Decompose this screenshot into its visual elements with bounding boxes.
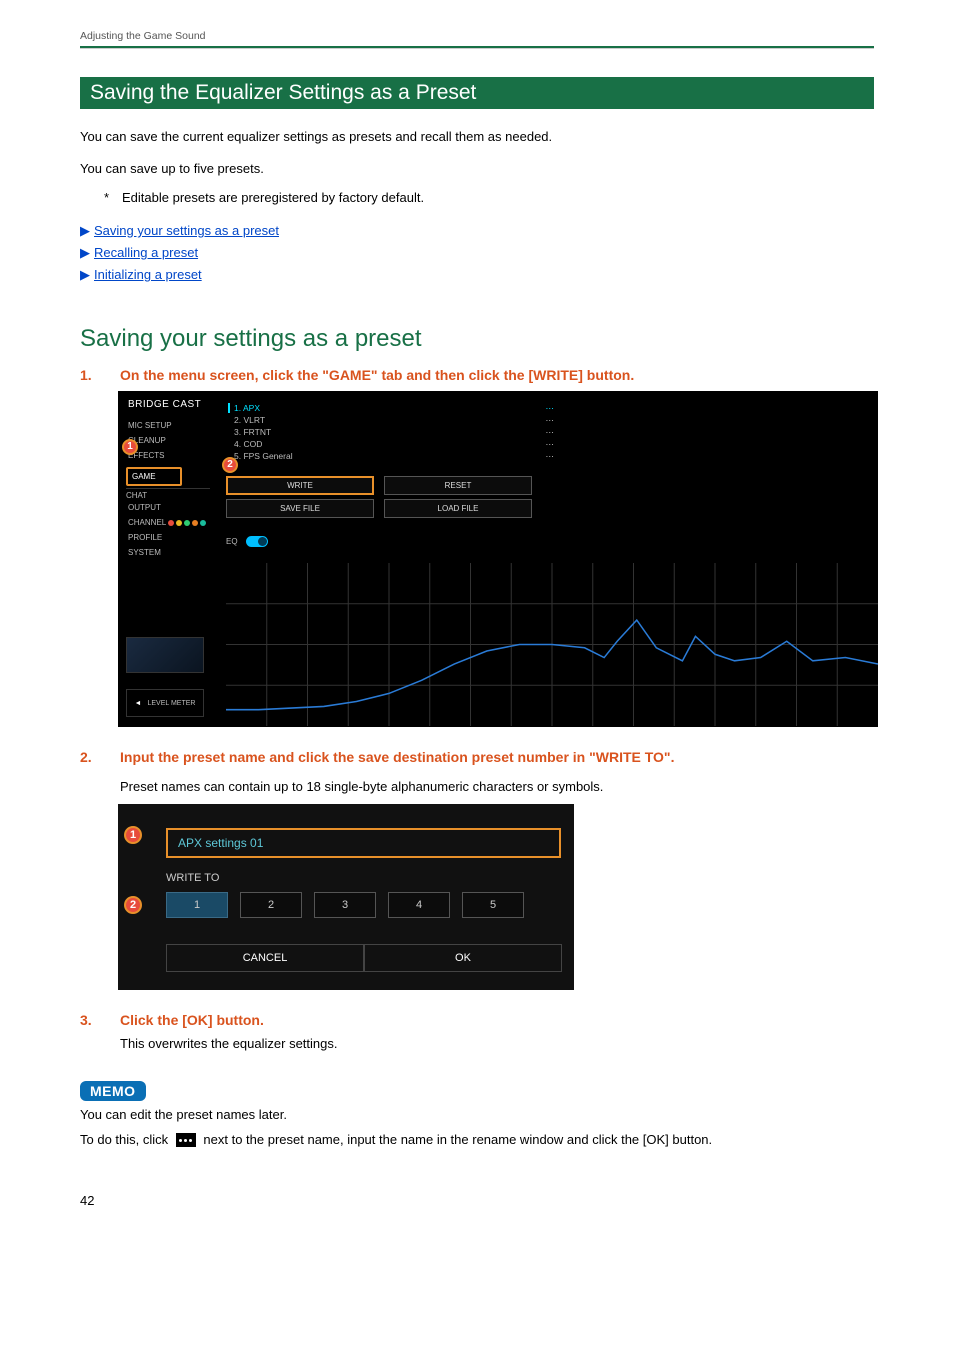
channel-dot-icon — [168, 520, 174, 526]
more-icon[interactable]: ⋯ — [546, 427, 555, 439]
preset-item[interactable]: 2. VLRT — [234, 415, 265, 427]
write-button[interactable]: WRITE — [226, 476, 374, 495]
eq-toggle[interactable] — [246, 536, 268, 547]
link-saving-settings[interactable]: Saving your settings as a preset — [94, 223, 279, 238]
sidebar-item-output[interactable]: OUTPUT — [118, 500, 218, 515]
more-icon[interactable]: ⋯ — [546, 415, 555, 427]
more-icon[interactable]: ⋯ — [546, 439, 555, 451]
triangle-icon: ▶ — [80, 223, 90, 238]
step-text-3: Click the [OK] button. — [120, 1012, 264, 1028]
header-rule — [80, 46, 874, 49]
ok-button[interactable]: OK — [364, 944, 562, 972]
screenshot-write-dialog: 1 APX settings 01 WRITE TO 2 1 2 3 4 5 C… — [118, 804, 574, 990]
preset-item[interactable]: 3. FRTNT — [234, 427, 271, 439]
write-slot-2[interactable]: 2 — [240, 892, 302, 918]
sidebar-item-mic-setup[interactable]: MIC SETUP — [118, 418, 218, 433]
memo-line-1: You can edit the preset names later. — [80, 1105, 874, 1126]
memo-line-2: To do this, click next to the preset nam… — [80, 1130, 874, 1151]
triangle-icon: ▶ — [80, 267, 90, 282]
step-3-note: This overwrites the equalizer settings. — [120, 1036, 874, 1051]
level-meter-button[interactable]: ◄ LEVEL METER — [126, 689, 204, 717]
preset-item[interactable]: 1. APX — [234, 403, 260, 415]
callout-badge-2: 2 — [222, 457, 238, 473]
callout-badge-2: 2 — [124, 896, 142, 914]
channel-dot-icon — [176, 520, 182, 526]
preset-list: 1. APX ⋯ 2. VLRT ⋯ 3. FRTNT ⋯ 4. COD ⋯ 5. FP… — [226, 399, 870, 466]
step-text-2: Input the preset name and click the save… — [120, 749, 674, 765]
section-heading: Saving your settings as a preset — [80, 325, 874, 353]
reset-button[interactable]: RESET — [384, 476, 532, 495]
sidebar-item-game[interactable]: GAME — [126, 467, 182, 486]
eq-label: EQ — [226, 537, 238, 546]
save-file-button[interactable]: SAVE FILE — [226, 499, 374, 518]
sidebar-item-profile[interactable]: PROFILE — [118, 530, 218, 545]
more-icon[interactable]: ⋯ — [546, 451, 555, 463]
preset-item[interactable]: 4. COD — [234, 439, 262, 451]
write-slot-1[interactable]: 1 — [166, 892, 228, 918]
write-slot-5[interactable]: 5 — [462, 892, 524, 918]
running-header: Adjusting the Game Sound — [80, 30, 874, 42]
factory-note: Editable presets are preregistered by fa… — [104, 190, 874, 205]
preset-item[interactable]: 5. FPS General — [234, 451, 293, 463]
sidebar-item-chat[interactable]: CHAT — [126, 488, 210, 500]
intro-paragraph-1: You can save the current equalizer setti… — [80, 127, 874, 147]
more-icon[interactable]: ⋯ — [546, 403, 555, 415]
memo-badge: MEMO — [80, 1081, 146, 1101]
channel-dot-icon — [200, 520, 206, 526]
link-initializing-preset[interactable]: Initializing a preset — [94, 267, 202, 282]
write-slot-4[interactable]: 4 — [388, 892, 450, 918]
step-number-2: 2. — [80, 749, 120, 765]
preset-name-field[interactable]: APX settings 01 — [166, 828, 561, 858]
app-brand: BRIDGE CAST — [118, 391, 218, 418]
intro-paragraph-2: You can save up to five presets. — [80, 159, 874, 179]
cancel-button[interactable]: CANCEL — [166, 944, 364, 972]
step-2-note: Preset names can contain up to 18 single… — [120, 779, 874, 794]
triangle-icon: ▶ — [80, 245, 90, 260]
ellipsis-icon — [176, 1133, 196, 1147]
page-number: 42 — [80, 1193, 874, 1208]
channel-dot-icon — [184, 520, 190, 526]
load-file-button[interactable]: LOAD FILE — [384, 499, 532, 518]
callout-badge-1: 1 — [122, 439, 138, 455]
write-to-label: WRITE TO — [166, 872, 558, 884]
step-number-1: 1. — [80, 367, 120, 383]
sidebar-item-system[interactable]: SYSTEM — [118, 545, 218, 560]
arrow-left-icon: ◄ — [135, 700, 142, 707]
main-panel: 1. APX ⋯ 2. VLRT ⋯ 3. FRTNT ⋯ 4. COD ⋯ 5. FP… — [226, 399, 870, 547]
device-thumbnail — [126, 637, 204, 673]
channel-dot-icon — [192, 520, 198, 526]
eq-graph — [226, 563, 878, 726]
step-number-3: 3. — [80, 1012, 120, 1028]
sidebar-item-channel[interactable]: CHANNEL — [118, 515, 218, 530]
write-slot-3[interactable]: 3 — [314, 892, 376, 918]
page-title: Saving the Equalizer Settings as a Prese… — [80, 77, 874, 109]
step-text-1: On the menu screen, click the "GAME" tab… — [120, 367, 634, 383]
screenshot-app-game-tab: BRIDGE CAST MIC SETUP CLEANUP EFFECTS GA… — [118, 391, 878, 727]
callout-badge-1: 1 — [124, 826, 142, 844]
link-recalling-preset[interactable]: Recalling a preset — [94, 245, 198, 260]
